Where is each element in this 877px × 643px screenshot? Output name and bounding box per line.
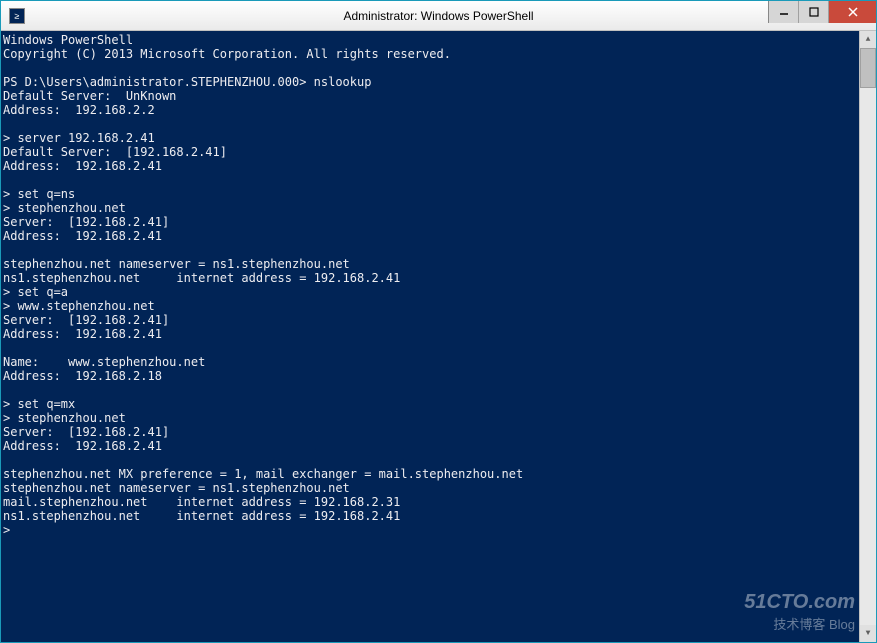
titlebar[interactable]: ≥ Administrator: Windows PowerShell [1, 1, 876, 31]
scroll-down-button[interactable]: ▼ [860, 625, 876, 642]
vertical-scrollbar[interactable]: ▲ ▼ [859, 31, 876, 642]
powershell-window: ≥ Administrator: Windows PowerShell Wind… [0, 0, 877, 643]
close-icon [848, 7, 858, 17]
window-title: Administrator: Windows PowerShell [1, 9, 876, 23]
terminal-output[interactable]: Windows PowerShell Copyright (C) 2013 Mi… [1, 31, 859, 642]
scroll-up-button[interactable]: ▲ [860, 31, 876, 48]
minimize-button[interactable] [768, 1, 798, 23]
maximize-icon [809, 7, 819, 17]
maximize-button[interactable] [798, 1, 828, 23]
close-button[interactable] [828, 1, 876, 23]
minimize-icon [779, 7, 789, 17]
window-controls [768, 1, 876, 23]
content-area: Windows PowerShell Copyright (C) 2013 Mi… [1, 31, 876, 642]
scroll-thumb[interactable] [860, 48, 876, 88]
scroll-track[interactable] [860, 48, 876, 625]
powershell-icon: ≥ [9, 8, 25, 24]
